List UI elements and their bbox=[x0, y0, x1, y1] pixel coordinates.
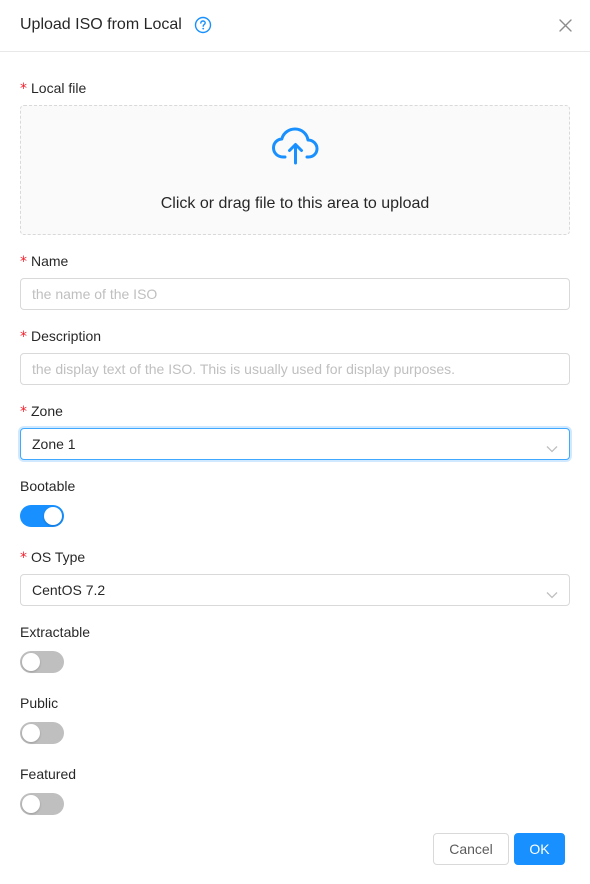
zone-label-text: Zone bbox=[31, 403, 63, 419]
description-label-text: Description bbox=[31, 328, 102, 344]
bootable-switch[interactable] bbox=[20, 505, 64, 527]
os-type-label: * OS Type bbox=[20, 548, 85, 567]
extractable-label: Extractable bbox=[20, 624, 91, 640]
zone-selected-value: Zone 1 bbox=[32, 436, 76, 452]
featured-label: Featured bbox=[20, 766, 77, 782]
switch-knob bbox=[22, 795, 40, 813]
chevron-down-icon bbox=[546, 440, 558, 453]
cancel-button[interactable]: Cancel bbox=[433, 833, 509, 865]
required-mark: * bbox=[20, 254, 27, 270]
name-label-text: Name bbox=[31, 253, 69, 269]
cloud-upload-icon bbox=[270, 126, 322, 166]
description-input[interactable] bbox=[20, 353, 570, 385]
required-mark: * bbox=[20, 550, 27, 566]
required-mark: * bbox=[20, 404, 27, 420]
dropzone-text: Click or drag file to this area to uploa… bbox=[160, 195, 430, 212]
local-file-label: * Local file bbox=[20, 79, 86, 98]
close-icon[interactable] bbox=[558, 18, 573, 33]
ok-button[interactable]: OK bbox=[514, 833, 565, 865]
chevron-down-icon bbox=[546, 586, 558, 599]
extractable-switch[interactable] bbox=[20, 651, 64, 673]
zone-select[interactable]: Zone 1 bbox=[20, 428, 570, 460]
name-label: * Name bbox=[20, 252, 68, 271]
required-mark: * bbox=[20, 329, 27, 345]
dialog-title: Upload ISO from Local bbox=[20, 16, 182, 33]
os-type-selected-value: CentOS 7.2 bbox=[32, 582, 106, 598]
public-switch[interactable] bbox=[20, 722, 64, 744]
name-input[interactable] bbox=[20, 278, 570, 310]
dialog-header: Upload ISO from Local bbox=[0, 0, 590, 52]
required-mark: * bbox=[20, 81, 27, 97]
local-file-label-text: Local file bbox=[31, 80, 87, 96]
switch-knob bbox=[44, 507, 62, 525]
switch-knob bbox=[22, 724, 40, 742]
public-label: Public bbox=[20, 695, 59, 711]
question-circle-icon[interactable] bbox=[194, 16, 212, 34]
description-label: * Description bbox=[20, 327, 101, 346]
featured-switch[interactable] bbox=[20, 793, 64, 815]
os-type-label-text: OS Type bbox=[31, 549, 86, 565]
bootable-label: Bootable bbox=[20, 478, 76, 494]
switch-knob bbox=[22, 653, 40, 671]
file-upload-dropzone[interactable]: Click or drag file to this area to uploa… bbox=[20, 105, 570, 235]
os-type-select[interactable]: CentOS 7.2 bbox=[20, 574, 570, 606]
upload-iso-dialog: Upload ISO from Local * Local file Click … bbox=[0, 0, 590, 884]
zone-label: * Zone bbox=[20, 402, 63, 421]
